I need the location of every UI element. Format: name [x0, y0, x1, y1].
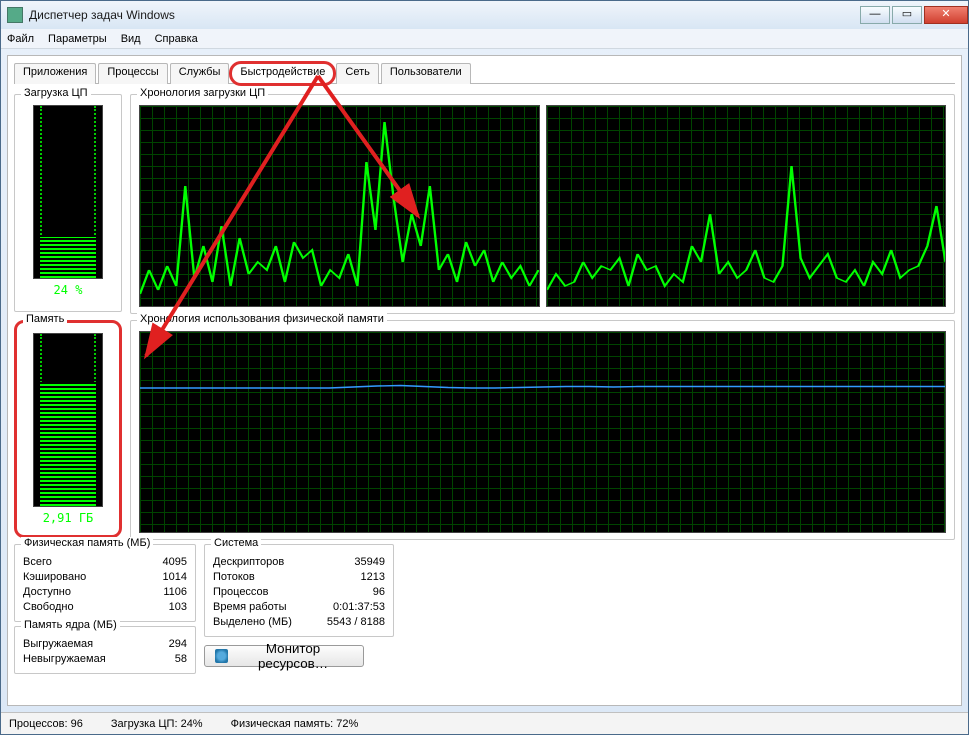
kernelmem-nonpaged-value: 58: [117, 652, 187, 667]
system-threads-value: 1213: [315, 570, 385, 585]
resource-monitor-icon: [215, 649, 228, 663]
physmem-avail-value: 1106: [117, 585, 187, 600]
physmem-total-label: Всего: [23, 555, 52, 570]
kernelmem-paged-label: Выгружаемая: [23, 637, 93, 652]
kernelmem-title: Память ядра (МБ): [21, 619, 120, 631]
app-window: Диспетчер задач Windows — ▭ ✕ Файл Парам…: [0, 0, 969, 735]
app-icon: [7, 7, 23, 23]
status-cpu: Загрузка ЦП: 24%: [111, 718, 203, 730]
physmem-cached-label: Кэшировано: [23, 570, 86, 585]
tab-processes[interactable]: Процессы: [98, 63, 167, 84]
tab-services[interactable]: Службы: [170, 63, 230, 84]
info-panels: Физическая память (МБ) Всего4095 Кэширов…: [14, 544, 955, 674]
system-title: Система: [211, 537, 261, 549]
physmem-free-label: Свободно: [23, 600, 74, 615]
system-procs-value: 96: [315, 585, 385, 600]
physmem-cached-value: 1014: [117, 570, 187, 585]
tabstrip: Приложения Процессы Службы Быстродействи…: [14, 62, 955, 84]
menu-help[interactable]: Справка: [155, 33, 198, 45]
kernelmem-paged-value: 294: [117, 637, 187, 652]
system-commit-label: Выделено (МБ): [213, 615, 292, 630]
system-handles-label: Дескрипторов: [213, 555, 284, 570]
physmem-free-value: 103: [117, 600, 187, 615]
tab-performance[interactable]: Быстродействие: [231, 63, 334, 84]
window-title: Диспетчер задач Windows: [29, 8, 175, 22]
system-procs-label: Процессов: [213, 585, 269, 600]
system-commit-value: 5543 / 8188: [315, 615, 385, 630]
performance-panel: Загрузка ЦП 24 % Хронология загрузки ЦП: [14, 84, 955, 703]
cpu-history-chart-core2: [546, 105, 947, 307]
titlebar[interactable]: Диспетчер задач Windows — ▭ ✕: [1, 1, 968, 29]
statusbar: Процессов: 96 Загрузка ЦП: 24% Физическа…: [1, 712, 968, 734]
menu-file[interactable]: Файл: [7, 33, 34, 45]
status-processes: Процессов: 96: [9, 718, 83, 730]
maximize-button[interactable]: ▭: [892, 6, 922, 24]
physmem-total-value: 4095: [117, 555, 187, 570]
menu-view[interactable]: Вид: [121, 33, 141, 45]
cpu-history-chart-core1: [139, 105, 540, 307]
minimize-button[interactable]: —: [860, 6, 890, 24]
cpu-history-group: Хронология загрузки ЦП: [130, 94, 955, 314]
memory-gauge-title: Память: [23, 313, 67, 325]
menubar: Файл Параметры Вид Справка: [1, 29, 968, 49]
memory-gauge-value: 2,91 ГБ: [43, 511, 94, 525]
system-handles-value: 35949: [315, 555, 385, 570]
physmem-avail-label: Доступно: [23, 585, 71, 600]
tab-network[interactable]: Сеть: [336, 63, 378, 84]
tab-users[interactable]: Пользователи: [381, 63, 471, 84]
cpu-gauge-value: 24 %: [54, 283, 83, 297]
tab-applications[interactable]: Приложения: [14, 63, 96, 84]
cpu-gauge: [33, 105, 103, 279]
kernelmem-nonpaged-label: Невыгружаемая: [23, 652, 106, 667]
memory-gauge: [33, 333, 103, 507]
system-uptime-value: 0:01:37:53: [315, 600, 385, 615]
menu-options[interactable]: Параметры: [48, 33, 107, 45]
system-group: Система Дескрипторов35949 Потоков1213 Пр…: [204, 544, 394, 637]
physmem-group: Физическая память (МБ) Всего4095 Кэширов…: [14, 544, 196, 622]
client-area: Приложения Процессы Службы Быстродействи…: [7, 55, 962, 706]
kernelmem-group: Память ядра (МБ) Выгружаемая294 Невыгруж…: [14, 626, 196, 674]
status-memory: Физическая память: 72%: [231, 718, 359, 730]
memory-history-group: Хронология использования физической памя…: [130, 320, 955, 540]
memory-history-chart: [139, 331, 946, 533]
memory-history-title: Хронология использования физической памя…: [137, 313, 387, 325]
system-threads-label: Потоков: [213, 570, 255, 585]
window-buttons: — ▭ ✕: [858, 6, 968, 24]
resource-monitor-label: Монитор ресурсов…: [233, 641, 353, 671]
cpu-history-title: Хронология загрузки ЦП: [137, 87, 268, 99]
cpu-gauge-title: Загрузка ЦП: [21, 87, 91, 99]
resource-monitor-button[interactable]: Монитор ресурсов…: [204, 645, 364, 667]
physmem-title: Физическая память (МБ): [21, 537, 153, 549]
system-uptime-label: Время работы: [213, 600, 287, 615]
cpu-gauge-group: Загрузка ЦП 24 %: [14, 94, 122, 312]
memory-gauge-group: Память 2,91 ГБ: [14, 320, 122, 538]
close-button[interactable]: ✕: [924, 6, 968, 24]
